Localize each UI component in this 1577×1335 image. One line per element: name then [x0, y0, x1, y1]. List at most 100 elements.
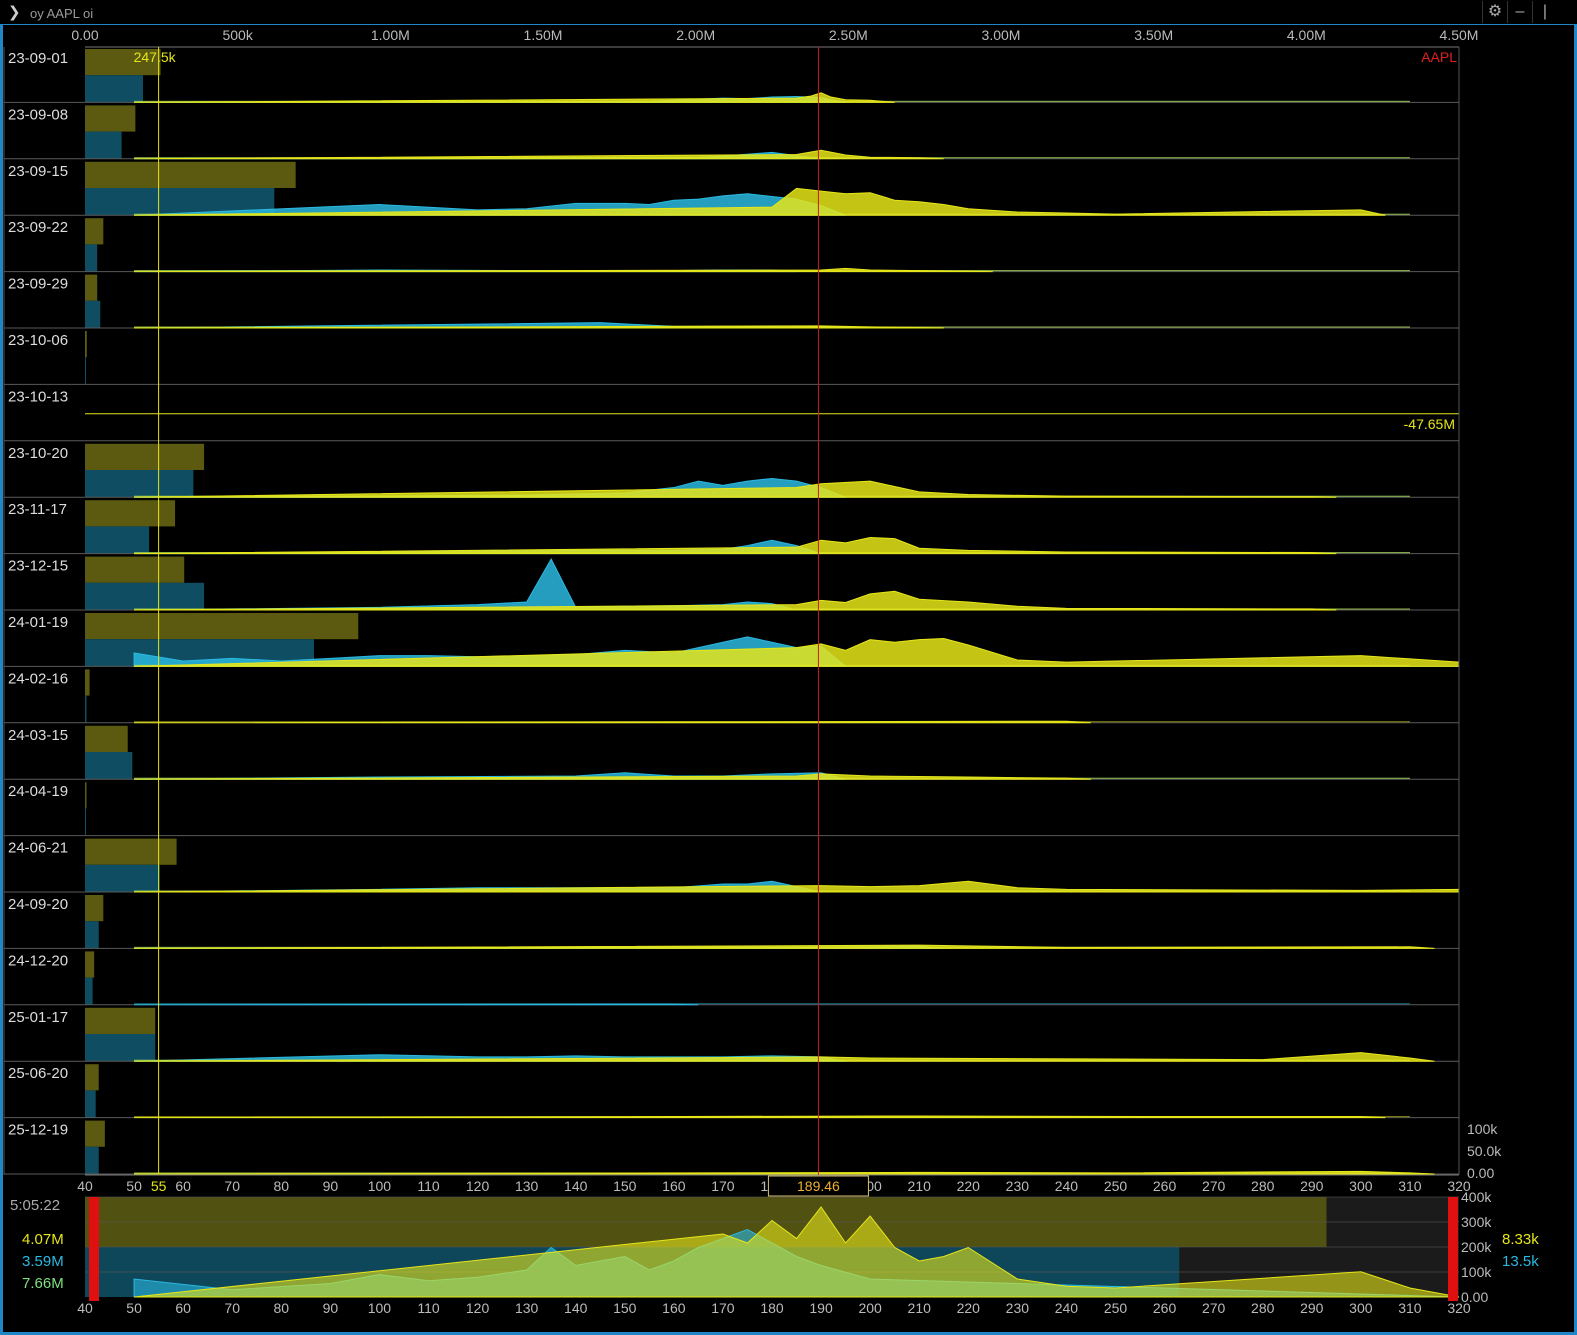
top-axis-tick: 3.00M [982, 27, 1021, 43]
range-handle-left [89, 1197, 99, 1301]
call-oi-bar [85, 895, 104, 922]
clock-time: 5:05:22 [10, 1197, 60, 1214]
call-oi-bar [85, 669, 90, 696]
top-axis-tick: 2.50M [829, 27, 868, 43]
bottom-strike-tick: 110 [417, 1300, 440, 1316]
call-oi-bar [85, 218, 104, 245]
strike-axis-tick: 70 [224, 1178, 240, 1194]
expiry-label: 24-06-21 [8, 840, 68, 857]
divider-value-label: -47.65M [1404, 416, 1455, 432]
expiry-label: 23-09-29 [8, 276, 68, 293]
bottom-right-call: 8.33k [1502, 1231, 1539, 1248]
expiry-label: 23-10-13 [8, 388, 68, 405]
bottom-strike-tick: 90 [323, 1300, 339, 1316]
put-oi-bar [85, 75, 144, 103]
bottom-strike-tick: 70 [224, 1300, 240, 1316]
bottom-combined-total: 7.66M [22, 1275, 64, 1292]
strike-axis-tick: 290 [1300, 1178, 1324, 1194]
call-oi-bar [85, 838, 177, 865]
expiry-label: 23-12-15 [8, 558, 68, 575]
bottom-strike-tick: 320 [1447, 1300, 1471, 1316]
strike-axis-tick: 300 [1349, 1178, 1373, 1194]
put-oi-bar [85, 244, 98, 272]
call-oi-bar [85, 725, 128, 752]
expiry-label: 23-09-08 [8, 106, 68, 123]
strike-axis-tick: 260 [1153, 1178, 1177, 1194]
expiry-label: 24-09-20 [8, 896, 68, 913]
strike-axis-tick: 150 [613, 1178, 637, 1194]
right-axis-tick: 50.0k [1467, 1143, 1502, 1159]
marker-strike-label: 55 [151, 1178, 167, 1194]
call-oi-bar [85, 274, 98, 301]
put-oi-area [134, 1003, 699, 1006]
strike-axis-tick: 230 [1006, 1178, 1030, 1194]
strike-axis-tick: 210 [908, 1178, 932, 1194]
bottom-strike-tick: 170 [711, 1300, 735, 1316]
call-oi-area [134, 944, 1435, 949]
top-axis-tick: 500k [222, 27, 253, 43]
bottom-strike-tick: 190 [809, 1300, 833, 1316]
bottom-strike-tick: 270 [1202, 1300, 1226, 1316]
put-oi-bar [85, 921, 99, 949]
strike-axis-tick: 140 [564, 1178, 588, 1194]
bottom-strike-tick: 220 [957, 1300, 981, 1316]
expiry-label: 23-10-20 [8, 445, 68, 462]
bottom-strike-tick: 150 [613, 1300, 637, 1316]
bottom-strike-tick: 60 [175, 1300, 191, 1316]
bottom-strike-tick: 160 [662, 1300, 686, 1316]
top-axis-tick: 2.00M [676, 27, 715, 43]
strike-axis-tick: 270 [1202, 1178, 1226, 1194]
symbol-label: AAPL [1421, 49, 1457, 65]
put-oi-bar [85, 526, 150, 554]
call-oi-bar [85, 105, 136, 132]
put-oi-bar [85, 1034, 156, 1062]
right-axis-tick: 0.00 [1467, 1165, 1494, 1181]
bottom-strike-tick: 290 [1300, 1300, 1324, 1316]
price-label: 189.46 [797, 1178, 840, 1194]
strike-axis-tick: 40 [77, 1178, 93, 1194]
top-axis-tick: 1.50M [524, 27, 563, 43]
strike-axis-tick: 170 [711, 1178, 735, 1194]
top-axis-tick: 4.50M [1440, 27, 1479, 43]
marker-value-label: 247.5k [134, 49, 177, 65]
strike-axis-tick: 110 [417, 1178, 440, 1194]
expiry-label: 25-01-17 [8, 1009, 68, 1026]
strike-axis-tick: 220 [957, 1178, 981, 1194]
bottom-call-total: 4.07M [22, 1231, 64, 1248]
top-axis-tick: 1.00M [371, 27, 410, 43]
call-oi-area [134, 267, 993, 273]
bottom-strike-tick: 300 [1349, 1300, 1373, 1316]
call-oi-bar [85, 1007, 156, 1034]
top-axis-tick: 4.00M [1287, 27, 1326, 43]
top-axis-tick: 0.00 [71, 27, 98, 43]
put-oi-bar [85, 357, 86, 385]
bottom-strike-tick: 310 [1398, 1300, 1422, 1316]
right-axis-tick: 100k [1467, 1121, 1498, 1137]
strike-axis-tick: 50 [126, 1178, 142, 1194]
expiry-label: 23-09-01 [8, 50, 68, 67]
strike-axis-tick: 60 [175, 1178, 191, 1194]
expiry-label: 24-12-20 [8, 952, 68, 969]
bottom-strike-tick: 50 [126, 1300, 142, 1316]
bottom-strike-tick: 100 [368, 1300, 392, 1316]
range-handle-right [1448, 1197, 1458, 1301]
bottom-right-tick: 300k [1461, 1214, 1492, 1230]
call-oi-area [134, 537, 1337, 555]
strike-axis-tick: 90 [323, 1178, 339, 1194]
call-oi-bar [85, 443, 205, 470]
call-oi-bar [85, 951, 95, 978]
put-oi-area [134, 558, 797, 611]
put-oi-bar [85, 752, 133, 780]
bottom-strike-tick: 130 [515, 1300, 539, 1316]
strike-axis-tick: 130 [515, 1178, 539, 1194]
bottom-strike-tick: 260 [1153, 1300, 1177, 1316]
bottom-strike-tick: 210 [908, 1300, 932, 1316]
bottom-strike-tick: 240 [1055, 1300, 1079, 1316]
strike-axis-tick: 250 [1104, 1178, 1128, 1194]
bottom-strike-tick: 80 [273, 1300, 289, 1316]
expiry-label: 25-06-20 [8, 1065, 68, 1082]
expiry-label: 24-04-19 [8, 783, 68, 800]
put-oi-bar [85, 470, 194, 498]
expiry-label: 23-10-06 [8, 332, 68, 349]
strike-axis-tick: 310 [1398, 1178, 1422, 1194]
